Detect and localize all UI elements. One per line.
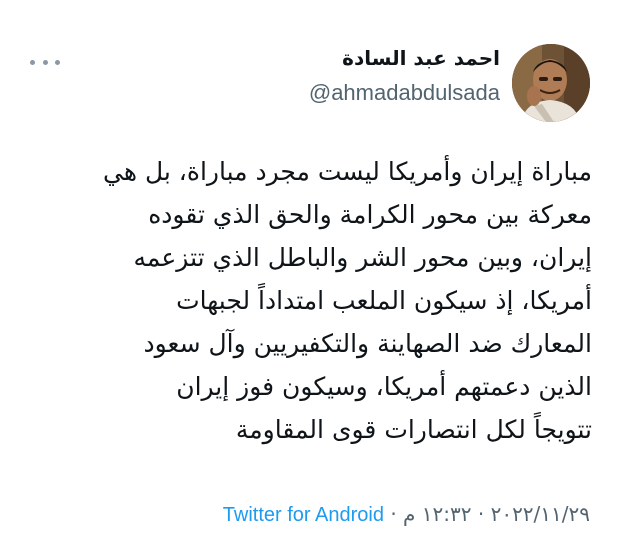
avatar[interactable] bbox=[512, 44, 590, 122]
tweet-metadata: ٢٠٢٢/١١/٢٩ · ١٢:٣٢ م · Twitter for Andro… bbox=[223, 500, 590, 529]
tweet-date[interactable]: ٢٠٢٢/١١/٢٩ bbox=[491, 502, 590, 526]
tweet-text-line: تتويجاً لكل انتصارات قوى المقاومة bbox=[235, 415, 592, 444]
avatar-image bbox=[512, 44, 590, 122]
tweet-time[interactable]: ١٢:٣٢ م bbox=[403, 502, 471, 526]
tweet-text-line: الذين دعمتهم أمريكا، وسيكون فوز إيران bbox=[176, 372, 592, 401]
meta-separator: · bbox=[477, 502, 485, 526]
dot bbox=[30, 59, 35, 65]
tweet-text-line: معركة بين محور الكرامة والحق الذي تقوده bbox=[148, 200, 592, 229]
tweet-text: مباراة إيران وأمريكا ليست مجرد مباراة، ب… bbox=[22, 150, 592, 451]
author-display-name[interactable]: احمد عبد السادة bbox=[309, 44, 500, 72]
tweet-text-line: المعارك ضد الصهاينة والتكفيريين وآل سعود bbox=[143, 329, 593, 358]
more-options-icon[interactable] bbox=[30, 52, 60, 72]
meta-separator: · bbox=[390, 502, 397, 526]
tweet-text-line: مباراة إيران وأمريكا ليست مجرد مباراة، ب… bbox=[102, 157, 592, 186]
tweet-text-line: إيران، وبين محور الشر والباطل الذي تتزعم… bbox=[133, 243, 592, 272]
tweet-source-link[interactable]: Twitter for Android bbox=[223, 504, 384, 526]
dot bbox=[55, 59, 60, 65]
tweet-text-line: أمريكا، إذ سيكون الملعب امتداداً لجبهات bbox=[176, 286, 592, 315]
author-block[interactable]: احمد عبد السادة @ahmadabdulsada bbox=[309, 44, 500, 108]
author-handle[interactable]: @ahmadabdulsada bbox=[309, 78, 500, 108]
tweet-card: احمد عبد السادة @ahmadabdulsada مباراة إ… bbox=[0, 0, 620, 550]
dot bbox=[42, 59, 48, 65]
